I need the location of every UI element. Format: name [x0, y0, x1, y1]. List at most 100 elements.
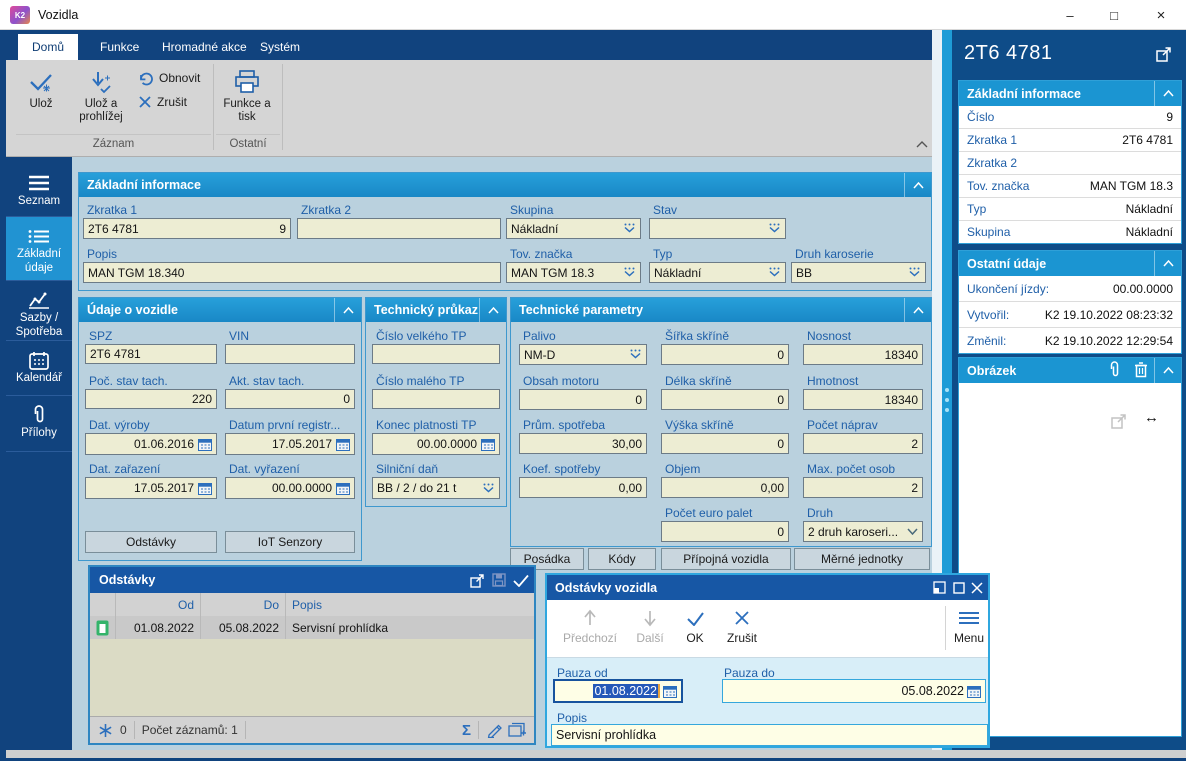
- confirm-check-icon[interactable]: [512, 572, 530, 588]
- poc-stav-tach-field[interactable]: 220: [85, 389, 217, 409]
- tab-system[interactable]: Systém: [246, 34, 314, 60]
- save-button[interactable]: Ulož: [18, 66, 64, 111]
- collapse-chevron-icon[interactable]: [334, 298, 361, 322]
- calendar-picker-icon[interactable]: [481, 438, 495, 451]
- hmotnost-field[interactable]: 18340: [803, 389, 923, 410]
- vin-field[interactable]: [225, 344, 355, 364]
- ok-button[interactable]: OK: [679, 605, 711, 645]
- collapse-chevron-icon[interactable]: [904, 173, 931, 197]
- column-header-popis[interactable]: Popis: [286, 593, 534, 616]
- cislo-maleho-tp-field[interactable]: [372, 389, 500, 409]
- calendar-picker-icon[interactable]: [198, 438, 212, 451]
- akt-stav-tach-field[interactable]: 0: [225, 389, 355, 409]
- odstavky-table-row[interactable]: 01.08.2022 05.08.2022 Servisní prohlídka: [90, 616, 534, 639]
- edit-pencil-icon[interactable]: [486, 722, 502, 738]
- spz-field[interactable]: 2T6 4781: [85, 344, 217, 364]
- cancel-button[interactable]: Zrušit: [138, 92, 187, 112]
- calendar-picker-icon[interactable]: [663, 685, 677, 698]
- palivo-dropdown[interactable]: NM-D: [519, 344, 647, 365]
- pripojna-vozidla-button[interactable]: Přípojná vozidla: [661, 548, 791, 570]
- calendar-picker-icon[interactable]: [336, 482, 350, 495]
- koef-spotreby-field[interactable]: 0,00: [519, 477, 647, 498]
- pauza-do-field[interactable]: 05.08.2022: [722, 679, 986, 703]
- dock-icon[interactable]: [931, 579, 948, 596]
- cislo-velkeho-tp-field[interactable]: [372, 344, 500, 364]
- sidebar-item-sazby-spotreba[interactable]: Sazby / Spotřeba: [6, 280, 72, 341]
- zkratka1-field[interactable]: 2T6 4781 9: [83, 218, 291, 239]
- prum-spotreba-field[interactable]: 30,00: [519, 433, 647, 454]
- calendar-picker-icon[interactable]: [336, 438, 350, 451]
- dat-zarazeni-field[interactable]: 17.05.2017: [85, 477, 217, 499]
- stav-dropdown[interactable]: [649, 218, 786, 239]
- merne-jednotky-button[interactable]: Měrné jednotky: [794, 548, 930, 570]
- dialog-cancel-button[interactable]: Zrušit: [719, 605, 765, 645]
- vyska-skrine-field[interactable]: 0: [661, 433, 789, 454]
- obsah-motoru-field[interactable]: 0: [519, 389, 647, 410]
- odstavky-button[interactable]: Odstávky: [85, 531, 217, 553]
- dat-vyroby-field[interactable]: 01.06.2016: [85, 433, 217, 455]
- save-and-view-button[interactable]: Ulož a prohlížej: [66, 66, 136, 124]
- sidebar-item-kalendar[interactable]: Kalendář: [6, 340, 72, 396]
- minimize-button[interactable]: –: [1048, 0, 1092, 30]
- save-view-label-2: prohlížej: [79, 111, 123, 123]
- field-label: Palivo: [523, 329, 556, 343]
- datum-prvni-registrace-field[interactable]: 17.05.2017: [225, 433, 355, 455]
- iot-senzory-button[interactable]: IoT Senzory: [225, 531, 355, 553]
- zkratka2-field[interactable]: [297, 218, 501, 239]
- maximize-button[interactable]: □: [1092, 0, 1136, 30]
- close-button[interactable]: ×: [1139, 0, 1183, 30]
- close-dialog-icon[interactable]: [968, 579, 985, 596]
- druh-karoserie-dropdown[interactable]: BB: [791, 262, 926, 283]
- pocet-euro-palet-field[interactable]: 0: [661, 521, 789, 542]
- pocet-naprav-field[interactable]: 2: [803, 433, 923, 454]
- field-value: 17.05.2017: [271, 437, 332, 451]
- maximize-dialog-icon[interactable]: [950, 579, 967, 596]
- info-row: Zkratka 2: [959, 152, 1181, 175]
- objem-field[interactable]: 0,00: [661, 477, 789, 498]
- popis-field[interactable]: MAN TGM 18.340: [83, 262, 501, 283]
- pauza-od-field[interactable]: 01.08.2022: [553, 679, 683, 703]
- dialog-popis-field[interactable]: Servisní prohlídka: [551, 724, 988, 746]
- delete-image-icon[interactable]: [1131, 360, 1151, 380]
- attach-image-icon[interactable]: [1105, 360, 1125, 380]
- silnicni-dan-dropdown[interactable]: BB / 2 / do 21 t: [372, 477, 500, 499]
- typ-dropdown[interactable]: Nákladní: [649, 262, 786, 283]
- tab-funkce[interactable]: Funkce: [86, 34, 153, 60]
- tov-znacka-dropdown[interactable]: MAN TGM 18.3: [506, 262, 641, 283]
- tab-hromadne-akce[interactable]: Hromadné akce: [148, 34, 261, 60]
- sum-sigma-icon[interactable]: Σ: [462, 722, 471, 739]
- icon-column-header[interactable]: [90, 593, 116, 616]
- panel-header: Technické parametry: [511, 298, 931, 322]
- collapse-chevron-icon[interactable]: [1154, 81, 1181, 106]
- column-header-do[interactable]: Do: [201, 593, 286, 616]
- ribbon-collapse-chevron-icon[interactable]: [916, 140, 928, 148]
- collapse-chevron-icon[interactable]: [1154, 251, 1181, 276]
- delka-skrine-field[interactable]: 0: [661, 389, 789, 410]
- sidebar-item-zakladni-udaje[interactable]: Základní údaje: [6, 216, 72, 281]
- nosnost-field[interactable]: 18340: [803, 344, 923, 365]
- functions-print-button[interactable]: Funkce a tisk: [218, 66, 276, 124]
- sidebar-item-prilohy[interactable]: Přílohy: [6, 395, 72, 452]
- popout-icon[interactable]: [1156, 46, 1172, 62]
- collapse-chevron-icon[interactable]: [1154, 358, 1181, 383]
- menu-button[interactable]: Menu: [951, 605, 987, 645]
- sirka-skrine-field[interactable]: 0: [661, 344, 789, 365]
- popout-icon[interactable]: [468, 572, 486, 588]
- druh-combobox[interactable]: 2 druh karoseri...: [803, 521, 923, 542]
- calendar-picker-icon[interactable]: [198, 482, 212, 495]
- refresh-button[interactable]: Obnovit: [138, 68, 200, 88]
- dat-vyrazeni-field[interactable]: 00.00.0000: [225, 477, 355, 499]
- add-record-form-icon[interactable]: [508, 722, 526, 738]
- calendar-picker-icon[interactable]: [967, 685, 981, 698]
- kody-button[interactable]: Kódy: [588, 548, 656, 570]
- collapse-chevron-icon[interactable]: [904, 298, 931, 322]
- column-header-od[interactable]: Od: [116, 593, 201, 616]
- field-label: Zkratka 2: [301, 203, 352, 217]
- tab-domu[interactable]: Domů: [18, 34, 79, 60]
- konec-platnosti-tp-field[interactable]: 00.00.0000: [372, 433, 500, 455]
- sidebar-item-seznam[interactable]: Seznam: [6, 164, 72, 216]
- dialog-title-bar: Odstávky vozidla: [547, 575, 988, 600]
- collapse-chevron-icon[interactable]: [479, 298, 506, 322]
- skupina-dropdown[interactable]: Nákladní: [506, 218, 641, 239]
- max-pocet-osob-field[interactable]: 2: [803, 477, 923, 498]
